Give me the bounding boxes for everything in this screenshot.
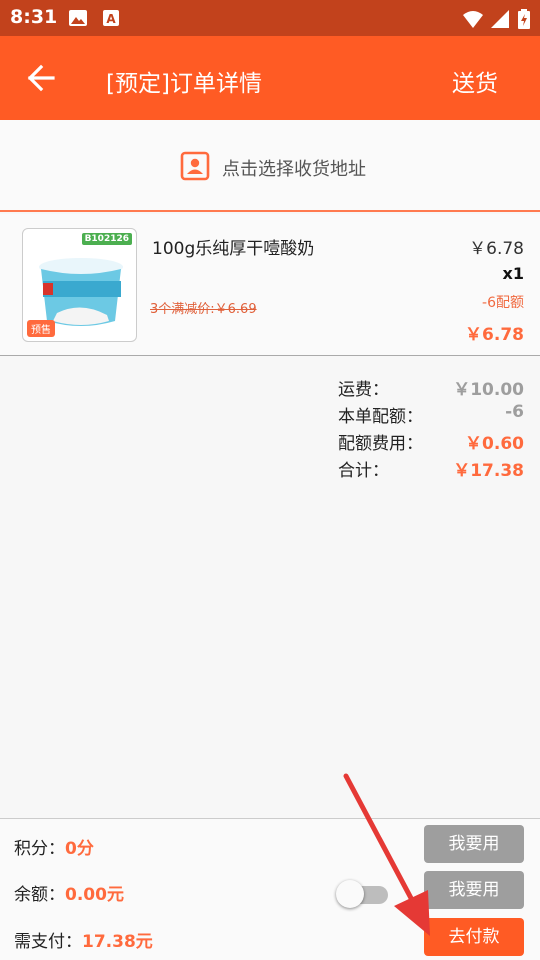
amount-due-value: 17.38元 bbox=[82, 932, 153, 952]
summary-value: ￥10.00 bbox=[453, 380, 524, 400]
product-code-badge: B102126 bbox=[81, 233, 132, 245]
promo-price: 3个满减价:￥6.69 bbox=[150, 302, 257, 317]
balance-toggle[interactable] bbox=[336, 879, 390, 909]
summary-row-total: 合计： ￥17.38 bbox=[338, 456, 524, 482]
summary-label: 合计： bbox=[338, 461, 389, 481]
text-a-icon: A bbox=[103, 10, 119, 26]
svg-text:A: A bbox=[106, 12, 116, 26]
page-title: [预定]订单详情 bbox=[106, 71, 262, 97]
delivery-button[interactable]: 送货 bbox=[452, 64, 498, 98]
address-placeholder: 点击选择收货地址 bbox=[222, 159, 366, 180]
app-bar: [预定]订单详情 送货 bbox=[0, 36, 540, 120]
select-address-row[interactable]: 点击选择收货地址 bbox=[0, 120, 540, 212]
use-points-button[interactable]: 我要用 bbox=[424, 825, 524, 863]
balance-value: 0.00元 bbox=[65, 885, 124, 905]
quantity: x1 bbox=[502, 264, 524, 283]
battery-icon bbox=[518, 9, 530, 29]
yogurt-cup-image bbox=[39, 258, 123, 326]
presale-tag: 预售 bbox=[27, 320, 55, 337]
summary-label: 本单配额： bbox=[338, 407, 423, 427]
signal-icon bbox=[491, 10, 509, 28]
gallery-icon bbox=[69, 10, 87, 26]
summary-value: -6 bbox=[505, 402, 524, 422]
status-bar: 8:31 A bbox=[0, 0, 540, 36]
wifi-icon bbox=[463, 11, 483, 28]
pay-button[interactable]: 去付款 bbox=[424, 918, 524, 956]
quota-deduction: -6配额 bbox=[482, 295, 524, 311]
amount-due-row: 需支付：17.38元 bbox=[14, 927, 153, 952]
summary-row-quota-fee: 配额费用： ￥0.60 bbox=[338, 429, 524, 455]
summary-value: ￥0.60 bbox=[465, 434, 524, 454]
amount-due-label: 需支付： bbox=[14, 932, 82, 952]
summary-label: 配额费用： bbox=[338, 434, 423, 454]
use-balance-button[interactable]: 我要用 bbox=[424, 871, 524, 909]
balance-label: 余额： bbox=[14, 885, 65, 905]
order-summary: 运费： ￥10.00 本单配额： -6 配额费用： ￥0.60 合计： ￥17.… bbox=[0, 358, 540, 818]
summary-value: ￥17.38 bbox=[453, 461, 524, 481]
summary-row-shipping: 运费： ￥10.00 bbox=[338, 375, 524, 401]
contact-card-icon bbox=[180, 151, 210, 181]
summary-row-quota: 本单配额： -6 bbox=[338, 402, 524, 428]
line-total: ￥6.78 bbox=[465, 325, 524, 345]
product-name: 100g乐纯厚干噎酸奶 bbox=[152, 239, 315, 259]
toggle-knob bbox=[336, 880, 364, 908]
status-time: 8:31 bbox=[10, 6, 58, 28]
arrow-left-icon[interactable] bbox=[26, 64, 56, 92]
summary-label: 运费： bbox=[338, 380, 389, 400]
product-image: B102126 预售 bbox=[22, 228, 137, 342]
balance-row: 余额：0.00元 bbox=[14, 880, 124, 905]
payment-panel: 积分：0分 我要用 余额：0.00元 我要用 需支付：17.38元 去付款 bbox=[0, 818, 540, 960]
points-label: 积分： bbox=[14, 839, 65, 859]
product-item: B102126 预售 100g乐纯厚干噎酸奶 3个满减价:￥6.69 ￥6.78… bbox=[0, 214, 540, 356]
points-value: 0分 bbox=[65, 839, 94, 859]
unit-price: ￥6.78 bbox=[469, 239, 524, 259]
points-row: 积分：0分 bbox=[14, 834, 94, 859]
